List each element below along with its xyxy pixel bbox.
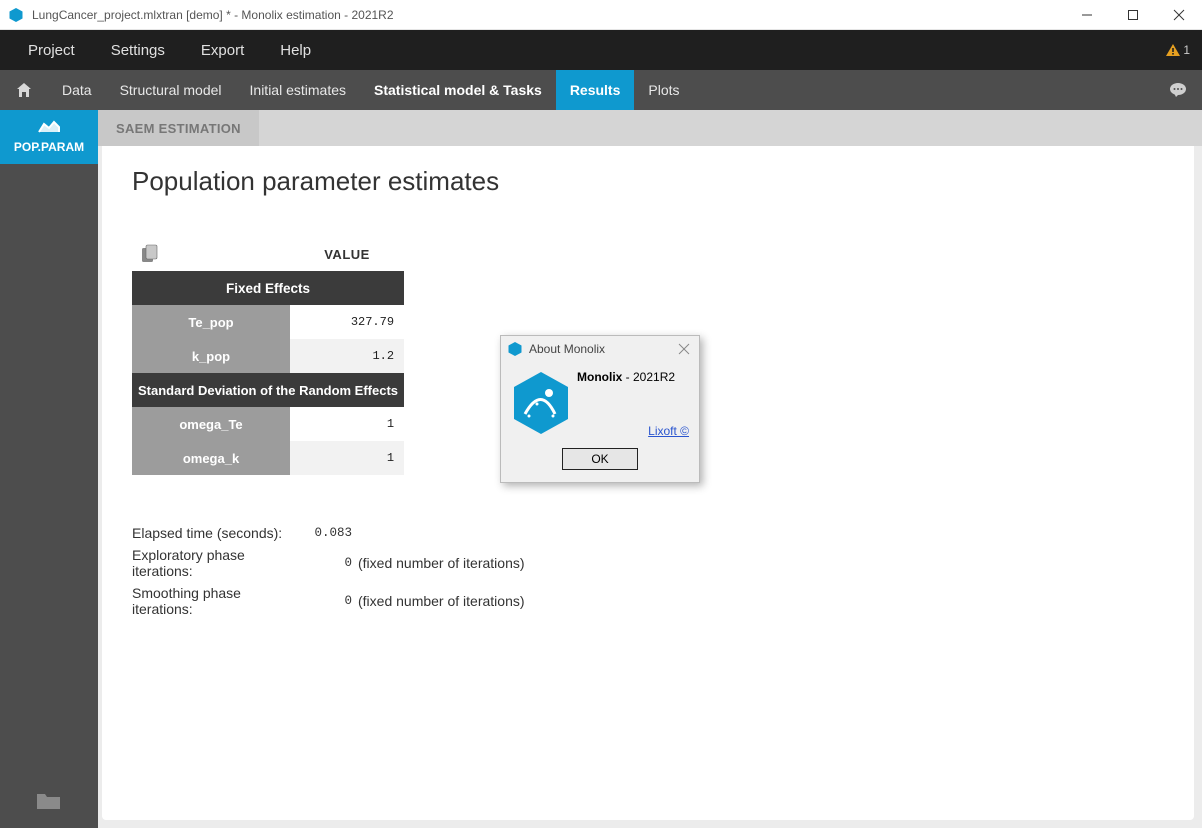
row-label-k-pop: k_pop [132, 339, 290, 373]
about-dialog-title: About Monolix [529, 342, 673, 356]
parameter-estimates-table: VALUE Fixed Effects Te_pop 327.79 k_pop … [132, 237, 404, 475]
about-dialog-titlebar: About Monolix [501, 336, 699, 362]
chart-area-icon [37, 118, 61, 136]
section-random-effects: Standard Deviation of the Random Effects [132, 373, 404, 407]
row-value-te-pop: 327.79 [290, 305, 404, 339]
stat-note-smoothing: (fixed number of iterations) [352, 593, 525, 609]
tab-data[interactable]: Data [48, 70, 106, 110]
folder-icon [36, 791, 62, 811]
about-ok-button[interactable]: OK [562, 448, 638, 470]
copy-icon [140, 244, 160, 264]
tab-initial-estimates[interactable]: Initial estimates [236, 70, 360, 110]
row-value-omega-k: 1 [290, 441, 404, 475]
lixoft-link[interactable]: Lixoft © [577, 424, 689, 438]
home-icon [15, 81, 33, 99]
window-close-button[interactable] [1156, 0, 1202, 30]
row-value-omega-te: 1 [290, 407, 404, 441]
stat-value-elapsed: 0.083 [302, 526, 352, 540]
left-sidebar: POP.PARAM [0, 110, 98, 828]
window-title-bar: LungCancer_project.mlxtran [demo] * - Mo… [0, 0, 1202, 30]
open-project-folder-button[interactable] [0, 779, 98, 828]
main-menu-bar: Project Settings Export Help 1 [0, 30, 1202, 70]
minimize-icon [1082, 10, 1092, 20]
about-version: 2021R2 [633, 370, 675, 384]
row-label-omega-k: omega_k [132, 441, 290, 475]
sidebar-tab-pop-param[interactable]: POP.PARAM [0, 110, 98, 164]
section-fixed-effects: Fixed Effects [132, 271, 404, 305]
stat-label-smoothing: Smoothing phase iterations: [132, 585, 302, 617]
result-subtabs: SAEM ESTIMATION [98, 110, 1202, 146]
column-header-value: VALUE [290, 237, 404, 271]
stat-value-smoothing: 0 [302, 594, 352, 608]
about-dialog-icon [507, 341, 523, 357]
workflow-tabs: Data Structural model Initial estimates … [0, 70, 1202, 110]
tab-plots[interactable]: Plots [634, 70, 693, 110]
about-product-name: Monolix [577, 370, 622, 384]
maximize-icon [1128, 10, 1138, 20]
stat-label-elapsed: Elapsed time (seconds): [132, 525, 302, 541]
subtab-saem-estimation[interactable]: SAEM ESTIMATION [98, 110, 259, 146]
warnings-count: 1 [1183, 43, 1190, 57]
content-area: Population parameter estimates VALUE Fix… [98, 146, 1202, 828]
warning-icon [1165, 42, 1181, 58]
close-icon [1174, 10, 1184, 20]
tab-results[interactable]: Results [556, 70, 635, 110]
copy-table-button[interactable] [140, 244, 160, 264]
menu-project[interactable]: Project [10, 30, 93, 70]
close-icon [679, 344, 689, 354]
home-button[interactable] [0, 70, 48, 110]
chat-bubble-icon [1168, 80, 1188, 100]
results-card: Population parameter estimates VALUE Fix… [102, 146, 1194, 820]
menu-help[interactable]: Help [262, 30, 329, 70]
run-statistics: Elapsed time (seconds): 0.083 Explorator… [132, 525, 1164, 617]
warnings-indicator[interactable]: 1 [1165, 42, 1190, 58]
about-product-line: Monolix - 2021R2 [577, 370, 689, 384]
about-dialog: About Monolix Monolix - 2021R2 Lixoft © … [500, 335, 700, 483]
menu-export[interactable]: Export [183, 30, 262, 70]
menu-settings[interactable]: Settings [93, 30, 183, 70]
page-title: Population parameter estimates [132, 166, 1164, 197]
window-maximize-button[interactable] [1110, 0, 1156, 30]
row-label-omega-te: omega_Te [132, 407, 290, 441]
window-title: LungCancer_project.mlxtran [demo] * - Mo… [32, 8, 1064, 22]
app-icon [8, 7, 24, 23]
about-dialog-close-button[interactable] [673, 344, 695, 354]
window-minimize-button[interactable] [1064, 0, 1110, 30]
tab-statistical-model-tasks[interactable]: Statistical model & Tasks [360, 70, 556, 110]
stat-note-exploratory: (fixed number of iterations) [352, 555, 525, 571]
comments-button[interactable] [1154, 70, 1202, 110]
monolix-logo [511, 370, 571, 438]
stat-value-exploratory: 0 [302, 556, 352, 570]
row-value-k-pop: 1.2 [290, 339, 404, 373]
row-label-te-pop: Te_pop [132, 305, 290, 339]
stat-label-exploratory: Exploratory phase iterations: [132, 547, 302, 579]
sidebar-tab-label: POP.PARAM [14, 140, 84, 154]
tab-structural-model[interactable]: Structural model [106, 70, 236, 110]
